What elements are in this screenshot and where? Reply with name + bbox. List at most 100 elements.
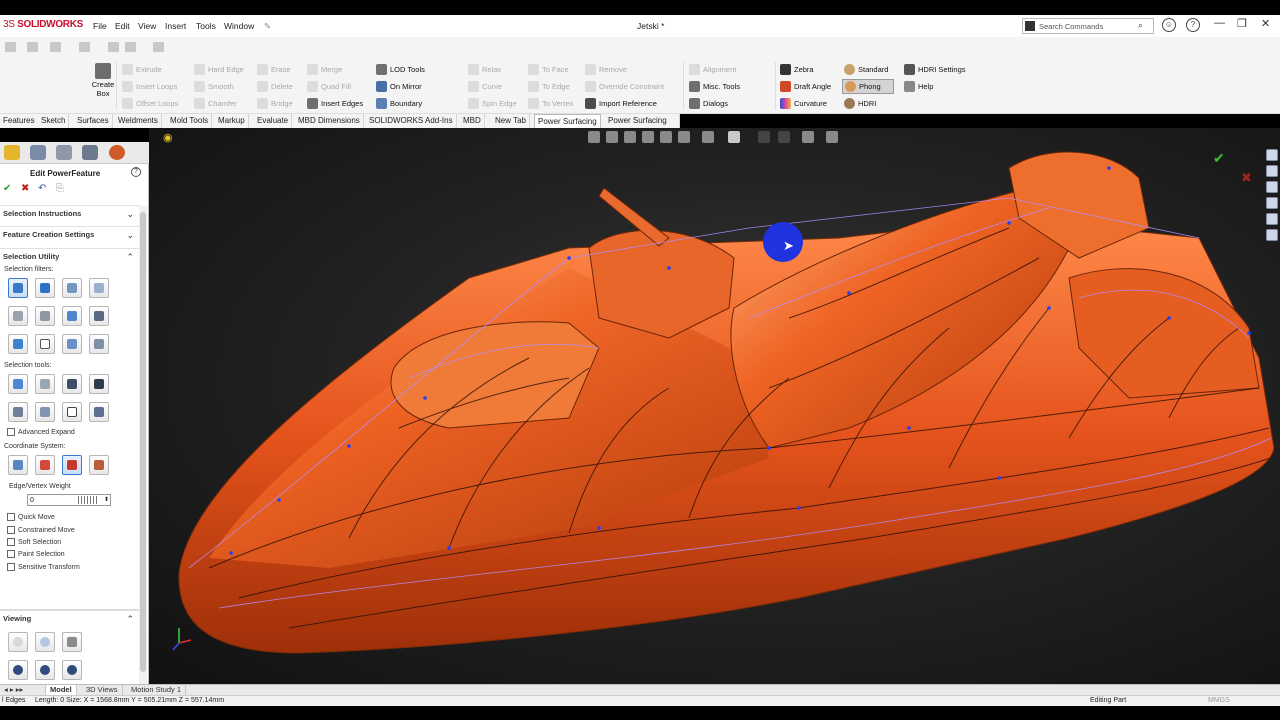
filter-loop-button[interactable] (35, 306, 55, 326)
resources-icon[interactable] (1266, 165, 1278, 177)
bridge-button[interactable]: Bridge (257, 98, 293, 109)
tab-mbd-dimensions[interactable]: MBD Dimensions (295, 114, 364, 128)
tab-mbd[interactable]: MBD (460, 114, 485, 128)
spinner-icon[interactable]: ⬍ (104, 495, 109, 506)
import-reference-button[interactable]: Import Reference (585, 98, 657, 109)
dynamic-annotation-icon[interactable] (660, 131, 672, 143)
advanced-expand-checkbox[interactable]: Advanced Expand (7, 428, 75, 436)
display-manager-tab-icon[interactable] (109, 145, 125, 160)
ok-check-icon[interactable]: ✔ (3, 183, 11, 194)
tab-weldments[interactable]: Weldments (115, 114, 162, 128)
tool-expand-button[interactable] (89, 402, 109, 422)
chevron-up-icon[interactable]: ⌃ (126, 611, 134, 627)
smooth-button[interactable]: Smooth (194, 81, 234, 92)
curve-button[interactable]: Curve (468, 81, 502, 92)
filter-square-button[interactable] (35, 334, 55, 354)
offset-loops-button[interactable]: Offset Loops (122, 98, 178, 109)
graphics-area[interactable]: ➤ ✔ ✖ ◉ (149, 128, 1280, 684)
menu-view[interactable]: View (138, 21, 156, 31)
minimize-icon[interactable]: — (1214, 17, 1225, 29)
view-show-all-button[interactable] (62, 660, 82, 680)
filter-face-button[interactable] (35, 278, 55, 298)
insert-edges-button[interactable]: Insert Edges (307, 98, 363, 109)
panel-scrollbar[interactable] (139, 206, 147, 684)
confirm-check-icon[interactable]: ✔ (1213, 150, 1225, 167)
erase-button[interactable]: Erase (257, 64, 291, 75)
tab-surfaces[interactable]: Surfaces (74, 114, 113, 128)
view-orientation-icon[interactable] (678, 131, 690, 143)
override-constraint-button[interactable]: Override Constraint (585, 81, 664, 92)
create-box-button[interactable]: Create Box (90, 63, 116, 98)
tab-power-surfacing-re[interactable]: Power Surfacing RE (605, 114, 680, 138)
view-cage-button[interactable] (62, 632, 82, 652)
quick-move-checkbox[interactable]: Quick Move (7, 513, 55, 521)
alignment-button[interactable]: Alignment (689, 64, 736, 75)
tab-new-tab[interactable]: New Tab (492, 114, 530, 128)
previous-view-icon[interactable] (624, 131, 636, 143)
menu-file[interactable]: File (93, 21, 107, 31)
remove-button[interactable]: Remove (585, 64, 627, 75)
tool-grow-button[interactable] (8, 374, 28, 394)
zoom-to-fit-icon[interactable] (588, 131, 600, 143)
filter-vertex-button[interactable] (89, 278, 109, 298)
coord-world-button[interactable] (8, 455, 28, 475)
tab-model[interactable]: Model (46, 685, 77, 695)
tool-invert-button[interactable] (89, 374, 109, 394)
appearance-icon[interactable] (758, 131, 770, 143)
filter-ring-button[interactable] (62, 306, 82, 326)
view-smooth-button[interactable] (35, 632, 55, 652)
help-icon[interactable]: ? (1186, 18, 1200, 32)
coord-screen-button[interactable] (62, 455, 82, 475)
restore-icon[interactable]: ❐ (1237, 17, 1247, 30)
chevron-down-icon[interactable]: ⌄ (126, 206, 134, 222)
tool-box-button[interactable] (62, 402, 82, 422)
quad-fill-button[interactable]: Quad Fill (307, 81, 351, 92)
menu-insert[interactable]: Insert (165, 21, 186, 31)
tool-loop-button[interactable] (8, 402, 28, 422)
search-scope-icon[interactable] (1025, 21, 1035, 31)
sensitive-transform-checkbox[interactable]: Sensitive Transform (7, 563, 80, 571)
filter-add-button[interactable] (62, 334, 82, 354)
relax-button[interactable]: Relax (468, 64, 501, 75)
dialogs-button[interactable]: Dialogs (689, 98, 728, 109)
status-units[interactable]: MMGS (1208, 697, 1230, 704)
menu-edit[interactable]: Edit (115, 21, 130, 31)
home-icon[interactable] (1266, 149, 1278, 161)
menu-window[interactable]: Window (224, 21, 254, 31)
draft-angle-button[interactable]: Draft Angle (780, 81, 831, 92)
tab-mold-tools[interactable]: Mold Tools (167, 114, 213, 128)
cancel-x-icon[interactable]: ✖ (1241, 170, 1252, 186)
section-feature-creation-settings[interactable]: Feature Creation Settings ⌄ (0, 226, 140, 242)
chevron-down-icon[interactable]: ⌄ (126, 227, 134, 243)
zoom-area-icon[interactable] (606, 131, 618, 143)
filter-line-button[interactable] (62, 278, 82, 298)
cancel-icon[interactable]: ✖ (21, 183, 29, 194)
section-viewing[interactable]: Viewing ⌃ (0, 609, 140, 625)
pushpin-icon[interactable]: ⎘ (56, 183, 64, 194)
weight-slider-icon[interactable] (78, 496, 98, 504)
misc-tools-button[interactable]: Misc. Tools (689, 81, 740, 92)
help-button[interactable]: Help (904, 81, 933, 92)
home-icon[interactable] (5, 42, 16, 52)
pin-icon[interactable]: ✎ (264, 21, 271, 32)
view-settings-icon[interactable] (802, 131, 814, 143)
search-icon[interactable]: ⌕ (1138, 20, 1143, 31)
tab-markup[interactable]: Markup (215, 114, 249, 128)
constrained-move-checkbox[interactable]: Constrained Move (7, 526, 75, 534)
tool-shrink-button[interactable] (35, 374, 55, 394)
hdri-settings-button[interactable]: HDRI Settings (904, 64, 966, 75)
panel-help-icon[interactable]: ? (131, 167, 141, 177)
display-style-icon[interactable] (702, 131, 714, 143)
tab-evaluate[interactable]: Evaluate (254, 114, 293, 128)
view-hide-button[interactable] (35, 660, 55, 680)
insert-loops-button[interactable]: Insert Loops (122, 81, 177, 92)
zebra-button[interactable]: Zebra (780, 64, 814, 75)
file-explorer-icon[interactable] (1266, 197, 1278, 209)
view-wireframe-button[interactable] (8, 632, 28, 652)
tab-power-surfacing[interactable]: Power Surfacing (534, 114, 601, 128)
merge-button[interactable]: Merge (307, 64, 342, 75)
edge-vertex-weight-input[interactable]: 0 ⬍ (27, 494, 111, 506)
scene-icon[interactable] (778, 131, 790, 143)
print-icon[interactable] (108, 42, 119, 52)
hdri-shading-button[interactable]: HDRI (844, 98, 876, 109)
